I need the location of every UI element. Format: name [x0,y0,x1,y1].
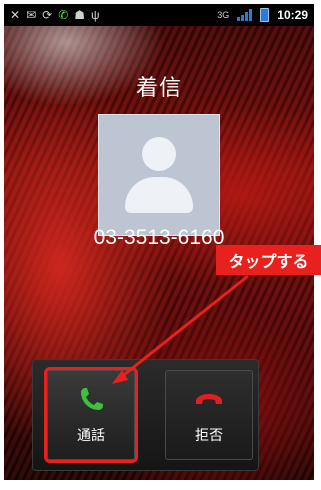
tap-callout: タップする [216,245,321,275]
